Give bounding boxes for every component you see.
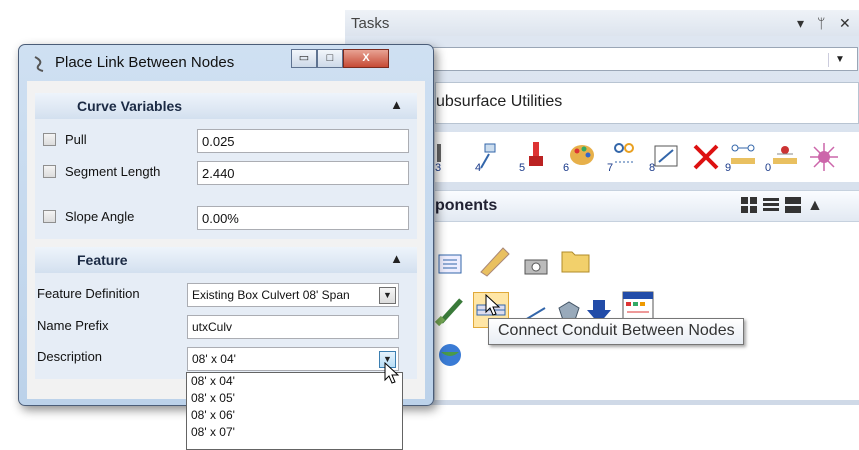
segment-length-field[interactable]: 2.440 (197, 161, 409, 185)
shovel-icon[interactable] (434, 294, 465, 327)
subsurface-utilities-label: ubsurface Utilities (436, 93, 563, 110)
slope-angle-field[interactable]: 0.00% (197, 206, 409, 230)
description-select[interactable]: 08' x 04' (187, 347, 399, 371)
tool-5-icon[interactable]: 5 (519, 140, 553, 174)
segment-length-label: Segment Length (65, 164, 161, 179)
dropdown-option[interactable]: 08' x 05' (187, 390, 402, 407)
dialog-body: Curve Variables ▲ Pull 0.025 Segment Len… (27, 81, 425, 399)
name-prefix-label: Name Prefix (37, 318, 109, 333)
ruler-icon[interactable] (477, 244, 510, 277)
tool-9-icon[interactable]: 9 (725, 140, 759, 174)
place-link-dialog: Place Link Between Nodes ▭ □ X Curve Var… (18, 44, 434, 406)
slope-angle-checkbox[interactable] (43, 210, 56, 223)
dropdown-option[interactable]: 08' x 06' (187, 407, 402, 424)
collapse-icon[interactable]: ▲ (390, 251, 403, 266)
feature-body: Feature Definition Existing Box Culvert … (35, 273, 417, 379)
globe-icon[interactable] (435, 340, 465, 370)
close-button[interactable]: X (343, 49, 389, 68)
curve-variables-header[interactable]: Curve Variables ▲ (35, 93, 417, 119)
subsurface-utilities-item[interactable]: ubsurface Utilities (435, 82, 859, 124)
tasks-title: Tasks (351, 15, 390, 32)
curve-variables-label: Curve Variables (77, 98, 183, 114)
dropdown-option[interactable]: 08' x 07' (187, 424, 402, 441)
feature-header[interactable]: Feature ▲ (35, 247, 417, 273)
feature-definition-select[interactable]: Existing Box Culvert 08' Span (187, 283, 399, 307)
grid-view-icon[interactable] (741, 197, 757, 218)
chevron-up-icon[interactable]: ▲ (807, 197, 823, 215)
pin-icon[interactable]: ᛘ (817, 15, 825, 31)
mouse-cursor-icon (485, 294, 501, 316)
pull-label: Pull (65, 132, 87, 147)
delete-icon[interactable] (689, 140, 723, 174)
pull-field[interactable]: 0.025 (197, 129, 409, 153)
maximize-button[interactable]: □ (317, 49, 343, 68)
dropdown-option[interactable]: 08' x 04' (187, 373, 402, 390)
camera-icon[interactable] (521, 250, 551, 280)
mouse-cursor-icon (384, 362, 400, 384)
tool-0-icon[interactable]: 0 (765, 140, 799, 174)
description-label: Description (37, 349, 103, 364)
tool-3-icon[interactable]: 3 (435, 140, 469, 174)
dropdown-menu-icon[interactable]: ▾ (797, 15, 804, 32)
close-icon[interactable]: ✕ (839, 15, 851, 32)
chevron-down-icon[interactable]: ▼ (828, 53, 851, 67)
tool-4-icon[interactable]: 4 (475, 140, 509, 174)
curve-variables-body: Pull 0.025 Segment Length 2.440 Slope An… (35, 119, 417, 239)
description-dropdown-list: 08' x 04' 08' x 05' 08' x 06' 08' x 07' (186, 372, 403, 450)
feature-label: Feature (77, 252, 128, 268)
burst-icon[interactable] (807, 140, 841, 174)
components-header[interactable]: ponents ▲ (435, 190, 859, 222)
slope-angle-label: Slope Angle (65, 209, 135, 224)
list-view-icon[interactable] (763, 197, 779, 218)
name-prefix-field[interactable]: utxCulv (187, 315, 399, 339)
list-icon[interactable] (435, 250, 465, 280)
link-tool-icon (34, 56, 44, 72)
segment-length-checkbox[interactable] (43, 165, 56, 178)
folder-icon[interactable] (559, 244, 590, 274)
chevron-down-icon[interactable]: ▼ (379, 287, 396, 304)
detail-view-icon[interactable] (785, 197, 801, 218)
query-icon[interactable]: 7 (607, 140, 641, 174)
pull-checkbox[interactable] (43, 133, 56, 146)
dialog-title: Place Link Between Nodes (55, 54, 235, 71)
minimize-button[interactable]: ▭ (291, 49, 317, 68)
tooltip: Connect Conduit Between Nodes (488, 318, 744, 345)
utilities-toolbar: 3 4 5 6 7 8 9 0 (435, 132, 859, 182)
tasks-title-bar[interactable]: Tasks ▾ ᛘ ✕ (345, 10, 859, 36)
palette-icon[interactable]: 6 (563, 140, 597, 174)
window-buttons: ▭ □ X (291, 49, 421, 69)
collapse-icon[interactable]: ▲ (390, 97, 403, 112)
task-set-dropdown[interactable]: ▼ (430, 47, 858, 71)
components-label: ponents (435, 197, 498, 214)
feature-definition-label: Feature Definition (37, 286, 140, 301)
scale-icon[interactable]: 8 (649, 140, 683, 174)
